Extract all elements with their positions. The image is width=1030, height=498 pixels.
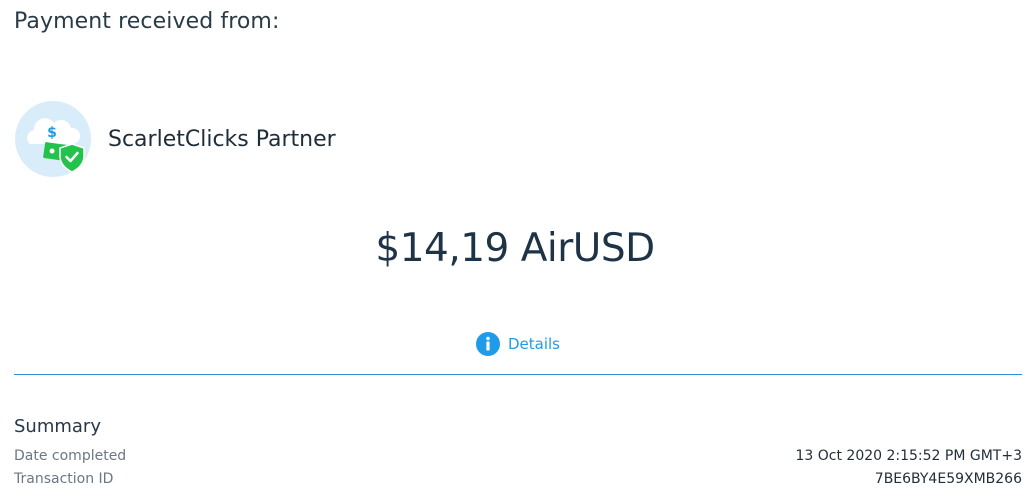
- cloud-money-shield-icon: $: [15, 101, 91, 177]
- summary-row-transaction: Transaction ID 7BE6BY4E59XMB266: [14, 471, 1022, 487]
- date-completed-label: Date completed: [14, 448, 127, 464]
- info-icon: [476, 332, 500, 356]
- svg-text:$: $: [47, 125, 57, 141]
- payment-received-page: Payment received from: $ ScarletClicks P…: [0, 0, 1030, 498]
- sender-name: ScarletClicks Partner: [108, 126, 336, 152]
- payment-amount: $14,19 AirUSD: [375, 226, 655, 271]
- date-completed-value: 13 Oct 2020 2:15:52 PM GMT+3: [795, 448, 1022, 464]
- transaction-id-label: Transaction ID: [14, 471, 114, 487]
- details-label: Details: [508, 335, 561, 353]
- transaction-id-value: 7BE6BY4E59XMB266: [874, 471, 1022, 487]
- summary-row-date: Date completed 13 Oct 2020 2:15:52 PM GM…: [14, 448, 1022, 464]
- page-title: Payment received from:: [14, 9, 280, 34]
- summary-title: Summary: [14, 416, 101, 437]
- sender-block: $ ScarletClicks Partner: [14, 100, 336, 178]
- details-link[interactable]: Details: [476, 332, 560, 356]
- divider: [14, 374, 1022, 375]
